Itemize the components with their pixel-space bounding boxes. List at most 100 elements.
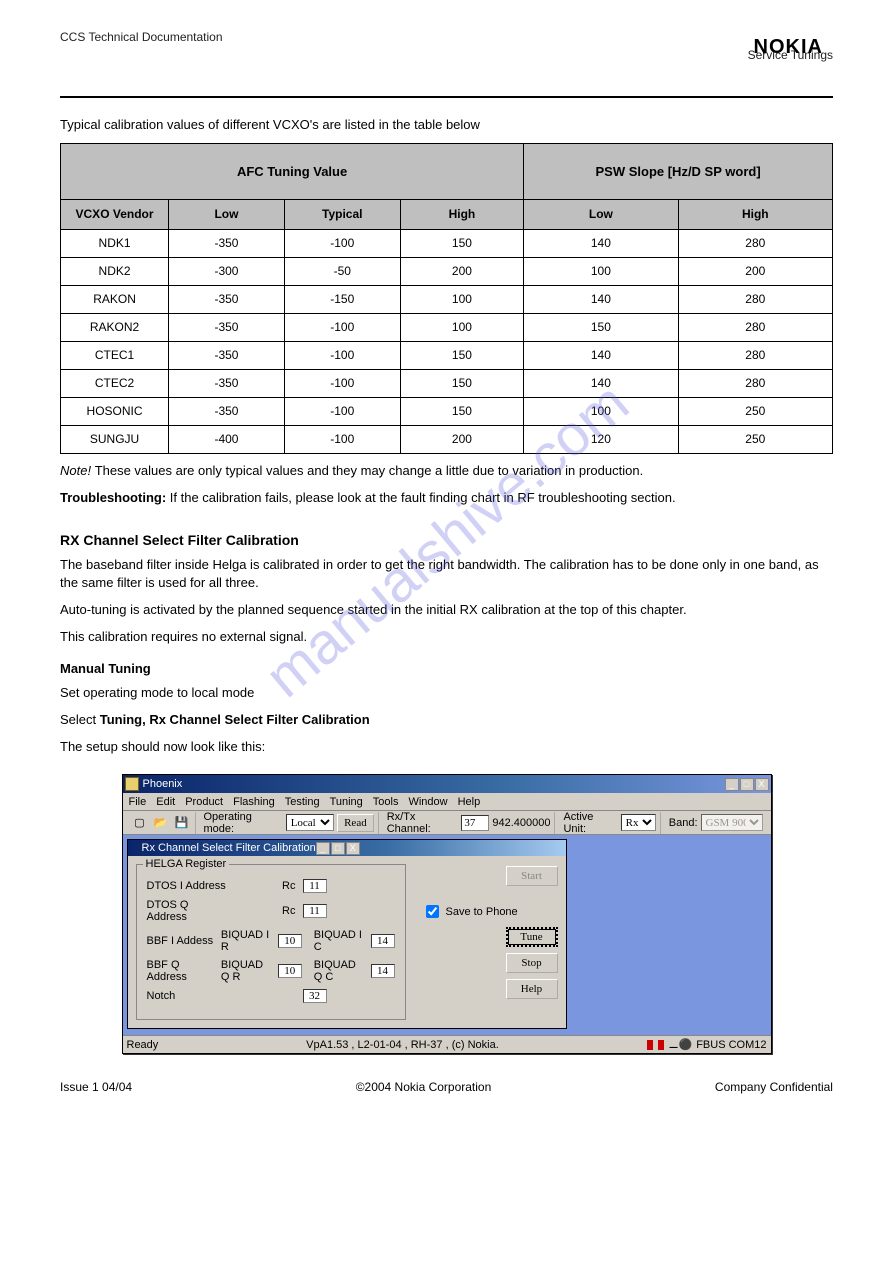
- inner-window: Rx Channel Select Filter Calibration _ □…: [127, 839, 567, 1029]
- col-head-3: High: [400, 199, 524, 229]
- menu-testing[interactable]: Testing: [285, 796, 320, 808]
- footer-right: Company Confidential: [715, 1080, 833, 1094]
- biquad-qc-label: BIQUAD Q C: [314, 959, 367, 983]
- biquad-ic-label: BIQUAD I C: [314, 929, 367, 953]
- band-label: Band:: [669, 817, 698, 829]
- status-indicator-icon: [647, 1040, 653, 1050]
- table-intro: Typical calibration values of different …: [60, 116, 833, 135]
- opmode-label: Operating mode:: [204, 811, 283, 835]
- save-to-phone-checkbox[interactable]: [426, 905, 439, 918]
- biquad-qr-label: BIQUAD Q R: [221, 959, 274, 983]
- status-right: ⚊⚫ FBUS COM12: [647, 1038, 767, 1051]
- page-footer: Issue 1 04/04 ©2004 Nokia Corporation Co…: [60, 1074, 833, 1094]
- table-row: RAKON2-350-100100150280: [61, 313, 833, 341]
- page-header: CCS Technical Documentation NOKIA Servic…: [60, 30, 833, 90]
- close-button[interactable]: X: [755, 778, 769, 791]
- menu-edit[interactable]: Edit: [156, 796, 175, 808]
- menu-flashing[interactable]: Flashing: [233, 796, 275, 808]
- table-row: SUNGJU-400-100200120250: [61, 425, 833, 453]
- section2-p2: Auto-tuning is activated by the planned …: [60, 601, 833, 620]
- new-icon[interactable]: ▢: [131, 814, 149, 832]
- tune-button[interactable]: Tune: [506, 927, 558, 947]
- bbf-i-label: BBF I Addess: [147, 935, 217, 947]
- helga-fieldset: HELGA Register DTOS I Address Rc DTOS Q …: [136, 864, 406, 1020]
- biquad-qc-value[interactable]: [371, 964, 395, 978]
- channel-input[interactable]: [461, 815, 489, 831]
- menu-product[interactable]: Product: [185, 796, 223, 808]
- footer-left: Issue 1 04/04: [60, 1080, 132, 1094]
- dtos-q-value[interactable]: [303, 904, 327, 918]
- app-icon: [125, 777, 139, 791]
- activeunit-label: Active Unit:: [563, 811, 617, 835]
- notch-label: Notch: [147, 990, 227, 1002]
- window-title: Phoenix: [143, 778, 183, 790]
- table-row: NDK2-300-50200100200: [61, 257, 833, 285]
- manual-p2: Select Tuning, Rx Channel Select Filter …: [60, 711, 833, 730]
- group-head-left: AFC Tuning Value: [61, 143, 524, 199]
- status-left: Ready: [127, 1039, 159, 1051]
- opmode-select[interactable]: Local: [286, 814, 334, 831]
- freq-label: 942.400000: [492, 817, 550, 829]
- menu-help[interactable]: Help: [458, 796, 481, 808]
- note-text: Note! These values are only typical valu…: [60, 462, 833, 481]
- troubleshoot-text: Troubleshooting: If the calibration fail…: [60, 489, 833, 508]
- table-body: NDK1-350-100150140280 NDK2-300-502001002…: [61, 229, 833, 453]
- band-select[interactable]: GSM 900: [701, 814, 763, 831]
- manual-p1: Set operating mode to local mode: [60, 684, 833, 703]
- statusbar: Ready VpA1.53 , L2-01-04 , RH-37 , (c) N…: [123, 1035, 771, 1053]
- titlebar[interactable]: Phoenix _ □ X: [123, 775, 771, 793]
- col-head-5: High: [678, 199, 832, 229]
- group-head-right: PSW Slope [Hz/D SP word]: [524, 143, 833, 199]
- dtos-q-sub: Rc: [231, 905, 299, 917]
- inner-titlebar[interactable]: Rx Channel Select Filter Calibration _ □…: [128, 840, 566, 856]
- header-rule: [60, 96, 833, 98]
- activeunit-select[interactable]: Rx: [621, 814, 656, 831]
- read-button[interactable]: Read: [337, 814, 374, 832]
- menu-file[interactable]: File: [129, 796, 147, 808]
- mdi-client-area: Rx Channel Select Filter Calibration _ □…: [123, 835, 771, 1035]
- section2-p1: The baseband filter inside Helga is cali…: [60, 556, 833, 594]
- notch-value[interactable]: [303, 989, 327, 1003]
- menubar: File Edit Product Flashing Testing Tunin…: [123, 793, 771, 811]
- inner-close-button[interactable]: X: [346, 842, 360, 855]
- heading-manual: Manual Tuning: [60, 661, 833, 676]
- bbf-q-label: BBF Q Address: [147, 959, 217, 983]
- menu-window[interactable]: Window: [408, 796, 447, 808]
- table-row: HOSONIC-350-100150100250: [61, 397, 833, 425]
- maximize-button[interactable]: □: [740, 778, 754, 791]
- dtos-q-label: DTOS Q Address: [147, 899, 227, 923]
- inner-maximize-button[interactable]: □: [331, 842, 345, 855]
- inner-title-text: Rx Channel Select Filter Calibration: [142, 842, 316, 854]
- table-row: CTEC1-350-100150140280: [61, 341, 833, 369]
- save-to-phone-label: Save to Phone: [446, 906, 518, 918]
- section2-p3: This calibration requires no external si…: [60, 628, 833, 647]
- doc-code: CCS Technical Documentation: [60, 30, 833, 44]
- status-mid: VpA1.53 , L2-01-04 , RH-37 , (c) Nokia.: [158, 1039, 646, 1051]
- start-button[interactable]: Start: [506, 866, 558, 886]
- help-button[interactable]: Help: [506, 979, 558, 999]
- stop-button[interactable]: Stop: [506, 953, 558, 973]
- col-head-0: VCXO Vendor: [61, 199, 169, 229]
- brand-logo: NOKIA: [754, 36, 823, 59]
- inner-minimize-button[interactable]: _: [316, 842, 330, 855]
- open-icon[interactable]: 📂: [152, 814, 170, 832]
- biquad-ir-value[interactable]: [278, 934, 302, 948]
- col-head-1: Low: [169, 199, 285, 229]
- table-row: RAKON-350-150100140280: [61, 285, 833, 313]
- inner-app-icon: [130, 842, 142, 854]
- footer-center: ©2004 Nokia Corporation: [356, 1080, 492, 1094]
- channel-label: Rx/Tx Channel:: [387, 811, 459, 835]
- menu-tools[interactable]: Tools: [373, 796, 399, 808]
- col-head-4: Low: [524, 199, 678, 229]
- dtos-i-value[interactable]: [303, 879, 327, 893]
- fieldset-legend: HELGA Register: [143, 858, 230, 870]
- biquad-qr-value[interactable]: [278, 964, 302, 978]
- menu-tuning[interactable]: Tuning: [330, 796, 363, 808]
- save-icon[interactable]: 💾: [173, 814, 191, 832]
- heading-rx-filter: RX Channel Select Filter Calibration: [60, 532, 833, 548]
- biquad-ic-value[interactable]: [371, 934, 395, 948]
- minimize-button[interactable]: _: [725, 778, 739, 791]
- manual-p3: The setup should now look like this:: [60, 738, 833, 757]
- status-indicator-icon: [658, 1040, 664, 1050]
- vcxo-table: AFC Tuning Value PSW Slope [Hz/D SP word…: [60, 143, 833, 454]
